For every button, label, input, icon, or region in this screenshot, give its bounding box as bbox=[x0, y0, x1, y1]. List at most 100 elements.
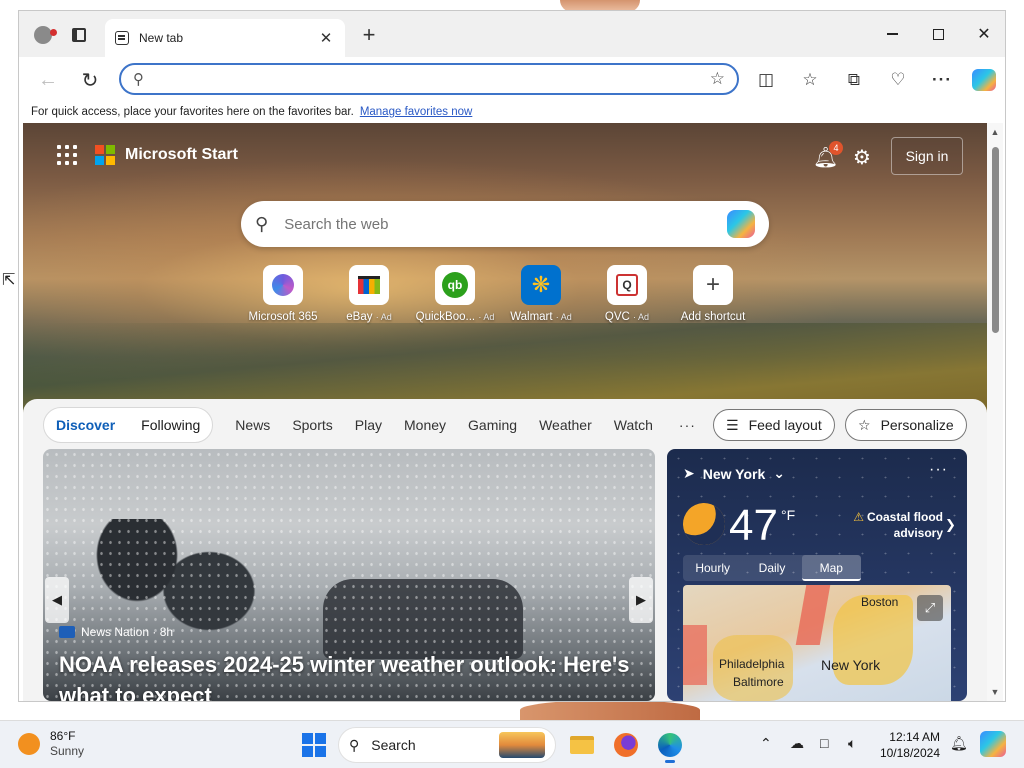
current-temperature: 47 bbox=[729, 501, 778, 550]
copilot-taskbar-icon[interactable] bbox=[980, 731, 1006, 757]
notification-center-icon[interactable]: 🔔︎ bbox=[950, 735, 968, 752]
weather-more-button[interactable]: ··· bbox=[929, 461, 948, 479]
carousel-next-button[interactable]: ▶ bbox=[629, 577, 653, 623]
shortcut-ebay[interactable]: eBay · Ad bbox=[319, 265, 419, 323]
search-icon: ⚲ bbox=[133, 71, 144, 88]
browser-essentials-button[interactable]: ♡ bbox=[883, 65, 913, 95]
weather-map[interactable]: Boston Philadelphia New York Baltimore ⤢ bbox=[683, 585, 951, 701]
chevron-down-icon: ⌄ bbox=[773, 465, 785, 481]
map-label-boston: Boston bbox=[861, 595, 899, 609]
sign-in-button[interactable]: Sign in bbox=[891, 137, 963, 175]
address-input[interactable] bbox=[156, 71, 710, 87]
display-icon[interactable]: □ bbox=[820, 735, 828, 751]
tab-daily[interactable]: Daily bbox=[742, 555, 801, 581]
maximize-icon bbox=[932, 28, 944, 40]
shortcut-qvc[interactable]: Q QVC · Ad bbox=[577, 265, 677, 323]
page-scrollbar[interactable]: ▲ ▼ bbox=[987, 123, 1003, 701]
shortcut-microsoft-365[interactable]: Microsoft 365 bbox=[233, 265, 333, 323]
microsoft-logo-icon bbox=[95, 145, 115, 165]
file-explorer-button[interactable] bbox=[566, 729, 598, 761]
scroll-up-icon[interactable]: ▲ bbox=[989, 127, 1001, 137]
profile-button[interactable] bbox=[29, 21, 57, 49]
sparkle-star-icon: ☆ bbox=[858, 416, 871, 433]
scroll-down-icon[interactable]: ▼ bbox=[989, 687, 1001, 697]
nav-play[interactable]: Play bbox=[355, 417, 382, 433]
scrollbar-thumb[interactable] bbox=[992, 147, 999, 333]
tab-map[interactable]: Map bbox=[801, 555, 861, 581]
tab-title: New tab bbox=[139, 31, 184, 45]
favorite-star-icon[interactable]: ☆ bbox=[710, 69, 725, 89]
copilot-search-icon[interactable] bbox=[727, 210, 755, 238]
start-button[interactable] bbox=[302, 733, 326, 757]
network-icon[interactable]: ☁ bbox=[790, 735, 804, 752]
tab-close-icon[interactable]: ✕ bbox=[317, 29, 335, 47]
copilot-button[interactable] bbox=[969, 65, 999, 95]
nav-sports[interactable]: Sports bbox=[292, 417, 332, 433]
page-settings-button[interactable]: ⚙ bbox=[853, 145, 871, 170]
search-icon: ⚲ bbox=[349, 736, 360, 753]
tab-actions-button[interactable] bbox=[65, 21, 93, 49]
tab-actions-icon bbox=[72, 28, 86, 42]
settings-more-button[interactable]: ··· bbox=[927, 65, 957, 95]
taskbar-search[interactable]: ⚲ Search bbox=[338, 727, 556, 763]
carousel-prev-button[interactable]: ◀ bbox=[45, 577, 69, 623]
tab-following[interactable]: Following bbox=[141, 417, 200, 433]
tab-hourly[interactable]: Hourly bbox=[683, 555, 742, 581]
tab-discover[interactable]: Discover bbox=[56, 417, 115, 433]
back-button[interactable]: ← bbox=[33, 65, 63, 95]
hero-news-card[interactable]: ◀ ▶ News Nation · 8h NOAA releases 2024-… bbox=[43, 449, 655, 701]
title-bar: New tab ✕ + ✕ bbox=[19, 11, 1005, 57]
taskbar-clock[interactable]: 12:14 AM 10/18/2024 bbox=[878, 729, 940, 761]
news-source: News Nation · 8h bbox=[59, 625, 173, 639]
manage-favorites-link[interactable]: Manage favorites now bbox=[360, 106, 473, 118]
map-label-new-york: New York bbox=[821, 657, 881, 673]
shortcut-label: Walmart bbox=[510, 311, 553, 323]
favorites-button[interactable]: ☆ bbox=[795, 65, 825, 95]
clock-date: 10/18/2024 bbox=[879, 746, 940, 760]
weather-location[interactable]: ➤ New York ⌄ bbox=[683, 465, 785, 482]
personalize-button[interactable]: ☆ Personalize bbox=[845, 409, 967, 441]
nav-more-button[interactable]: ··· bbox=[679, 417, 696, 433]
news-feed: Discover Following News Sports Play Mone… bbox=[23, 399, 987, 701]
shortcut-quickbooks[interactable]: qb QuickBoo... · Ad bbox=[405, 265, 505, 323]
tab-new-tab[interactable]: New tab ✕ bbox=[105, 19, 345, 57]
close-window-button[interactable]: ✕ bbox=[961, 21, 1005, 47]
show-hidden-icons-button[interactable]: ⌃ bbox=[760, 735, 772, 752]
add-shortcut-button[interactable]: + Add shortcut bbox=[663, 265, 763, 323]
nav-money[interactable]: Money bbox=[404, 417, 446, 433]
notifications-button[interactable]: 🔔︎ 4 bbox=[813, 141, 843, 171]
nav-gaming[interactable]: Gaming bbox=[468, 417, 517, 433]
personalize-label: Personalize bbox=[880, 417, 954, 433]
weather-advisory[interactable]: ⚠ Coastal flood advisory bbox=[843, 509, 943, 541]
collections-button[interactable]: ⧉ bbox=[839, 65, 869, 95]
expand-map-icon[interactable]: ⤢ bbox=[917, 595, 943, 621]
copilot-icon bbox=[972, 69, 996, 91]
firefox-icon bbox=[614, 733, 638, 757]
news-headline[interactable]: NOAA releases 2024-25 winter weather out… bbox=[59, 649, 639, 701]
weather-card[interactable]: ➤ New York ⌄ ··· 47 °F ⚠ Coastal flood ad… bbox=[667, 449, 967, 701]
nav-weather[interactable]: Weather bbox=[539, 417, 592, 433]
app-launcher-icon[interactable] bbox=[57, 145, 77, 165]
minimize-button[interactable] bbox=[869, 21, 915, 47]
favorites-bar-hint: For quick access, place your favorites h… bbox=[31, 106, 354, 118]
nav-watch[interactable]: Watch bbox=[614, 417, 653, 433]
maximize-button[interactable] bbox=[915, 21, 961, 47]
feed-nav: Discover Following News Sports Play Mone… bbox=[43, 407, 696, 443]
shortcut-walmart[interactable]: ❋ Walmart · Ad bbox=[491, 265, 591, 323]
new-tab-button[interactable]: + bbox=[355, 21, 383, 49]
firefox-button[interactable] bbox=[610, 729, 642, 761]
web-search-input[interactable] bbox=[284, 215, 727, 233]
temperature-unit: °F bbox=[781, 507, 796, 523]
split-screen-button[interactable]: ◫ bbox=[751, 65, 781, 95]
web-search-box[interactable]: ⚲ bbox=[241, 201, 769, 247]
warning-icon: ⚠ bbox=[853, 510, 864, 524]
refresh-button[interactable]: ↻ bbox=[75, 65, 105, 95]
chevron-right-icon[interactable]: ❯ bbox=[945, 517, 956, 533]
feed-layout-label: Feed layout bbox=[748, 417, 822, 433]
feed-layout-button[interactable]: ☰ Feed layout bbox=[713, 409, 835, 441]
nav-news[interactable]: News bbox=[235, 417, 270, 433]
taskbar-weather-widget[interactable]: 86°F Sunny bbox=[18, 729, 84, 758]
address-bar[interactable]: ⚲ ☆ bbox=[119, 63, 739, 95]
edge-button[interactable] bbox=[654, 729, 686, 763]
volume-muted-icon[interactable]: 🔈︎ bbox=[848, 735, 856, 752]
